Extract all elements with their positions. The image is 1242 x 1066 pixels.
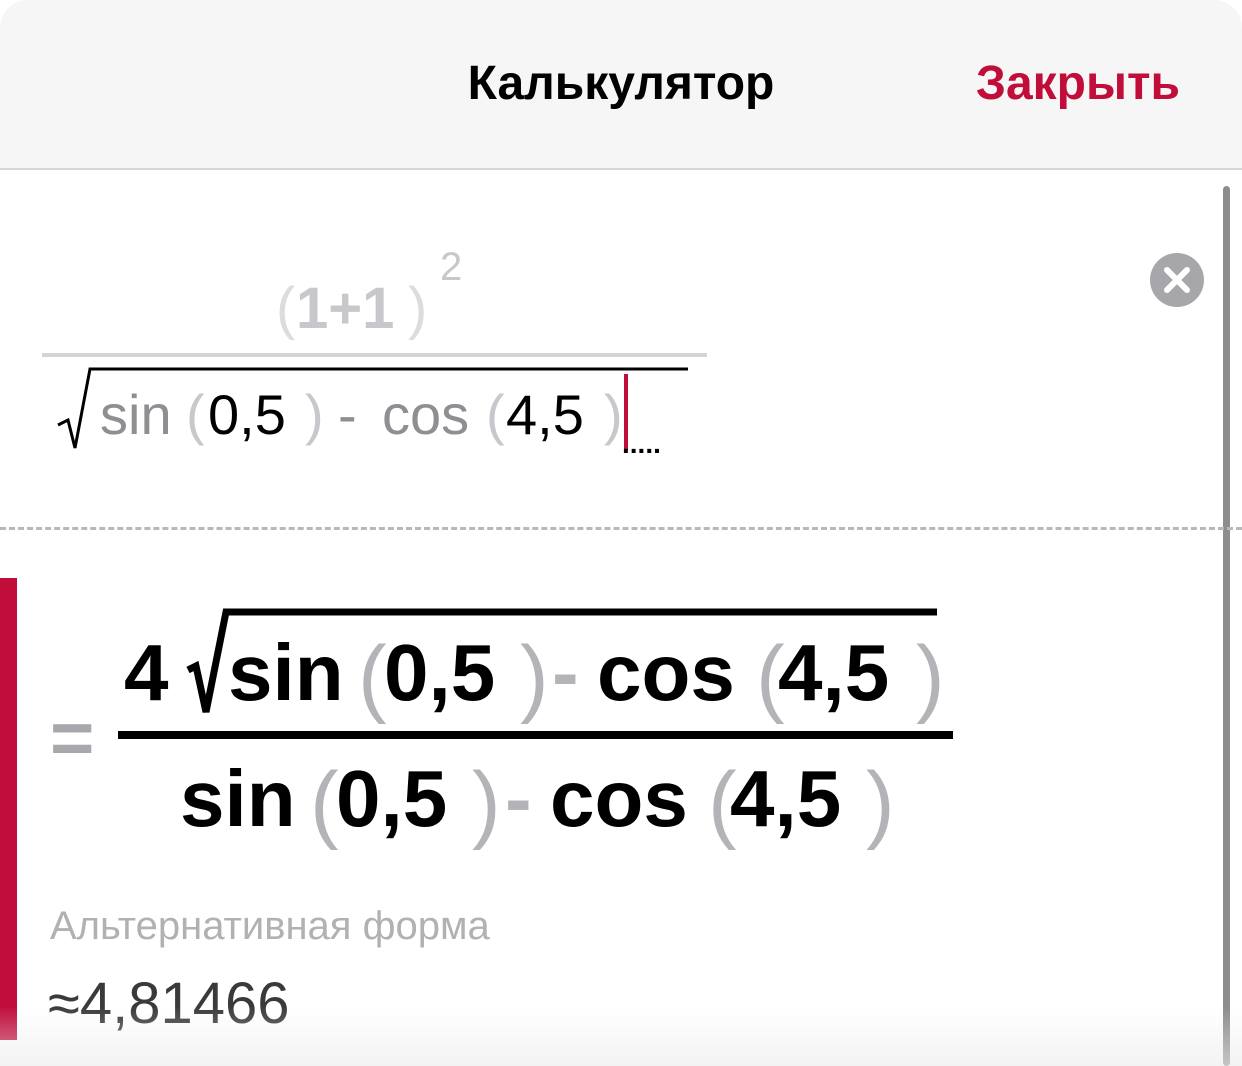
result-den-fn-cos: cos xyxy=(550,754,688,843)
bottom-fade xyxy=(0,1006,1242,1066)
result-expression: = 4 sin ( 0,5 ) - cos ( 4,5 ) sin ( 0,5 … xyxy=(50,608,953,850)
section-divider xyxy=(0,527,1242,530)
result-num-minus: - xyxy=(552,628,579,717)
sqrt-arg1: 0,5 xyxy=(208,383,286,446)
result-num-fn-cos: cos xyxy=(597,628,735,717)
result-den-arg1: 0,5 xyxy=(336,754,447,843)
sqrt-arg2-open: ( xyxy=(486,383,505,446)
input-placeholder[interactable]: ..... xyxy=(622,428,661,459)
numerator-open-paren: ( xyxy=(276,276,295,341)
header-bar: Калькулятор Закрыть xyxy=(0,0,1242,170)
result-num-paren-close-2: ) xyxy=(916,629,945,725)
result-num-paren-open-1: ( xyxy=(358,629,387,725)
alternative-form-label: Альтернативная форма xyxy=(50,904,490,948)
result-num-arg1: 0,5 xyxy=(384,628,495,717)
sqrt-arg2-close: ) xyxy=(604,383,623,446)
clear-circle-icon[interactable] xyxy=(1150,253,1204,307)
result-den-paren-open-1: ( xyxy=(310,755,339,850)
close-button[interactable]: Закрыть xyxy=(976,56,1180,111)
result-num-coef: 4 xyxy=(124,628,169,717)
result-num-paren-close-1: ) xyxy=(520,629,549,725)
equals-sign: = xyxy=(50,696,94,781)
sqrt-arg1-open: ( xyxy=(186,383,205,446)
sqrt-arg2: 4,5 xyxy=(506,383,584,446)
scrollbar[interactable] xyxy=(1223,186,1230,1066)
result-num-fn-sin: sin xyxy=(228,628,344,717)
result-den-minus: - xyxy=(505,754,532,843)
sqrt-minus: - xyxy=(338,383,357,446)
result-num-arg2: 4,5 xyxy=(778,628,889,717)
result-den-paren-close-1: ) xyxy=(472,755,501,850)
result-den-arg2: 4,5 xyxy=(730,754,841,843)
sqrt-fn-sin: sin xyxy=(100,383,172,446)
sqrt-fn-cos: cos xyxy=(382,383,469,446)
result-den-paren-close-2: ) xyxy=(866,755,895,850)
input-expression[interactable]: ( 1+1 ) 2 sin ( 0,5 ) - cos ( 4,5 ) ....… xyxy=(0,200,760,490)
exponent: 2 xyxy=(440,245,462,289)
numerator-close-paren: ) xyxy=(408,276,427,341)
numerator-body: 1+1 xyxy=(296,276,394,341)
result-den-fn-sin: sin xyxy=(180,754,296,843)
sqrt-arg1-close: ) xyxy=(305,383,324,446)
